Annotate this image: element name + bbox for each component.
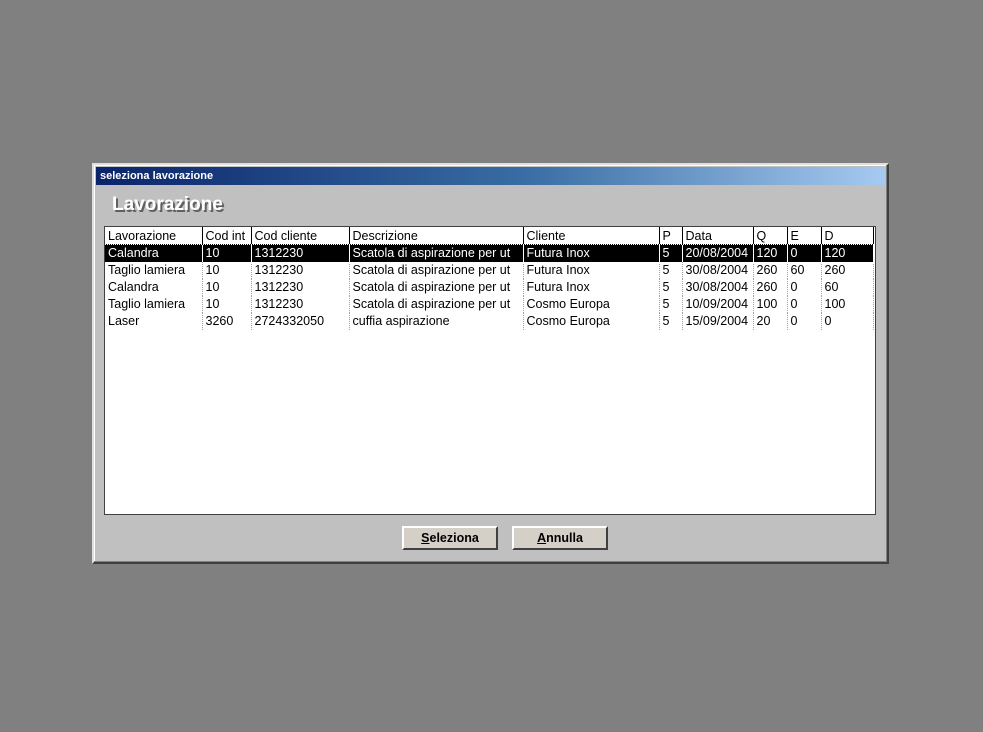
table-cell: 260: [821, 262, 874, 279]
column-header[interactable]: Lavorazione: [105, 227, 203, 245]
header-row: Lavorazione Cod int Cod cliente Descrizi…: [105, 227, 874, 245]
table-row[interactable]: Calandra 10 1312230 Scatola di aspirazio…: [105, 279, 874, 296]
table-row[interactable]: Calandra 10 1312230 Scatola di aspirazio…: [105, 243, 874, 263]
table-row[interactable]: Taglio lamiera 10 1312230 Scatola di asp…: [105, 296, 874, 313]
table-cell: Scatola di aspirazione per ut: [349, 296, 524, 313]
table-cell: 5: [659, 313, 683, 330]
table-cell: 1312230: [251, 296, 350, 313]
table-row[interactable]: Laser 3260 2724332050 cuffia aspirazione…: [105, 313, 874, 330]
table-cell: 100: [821, 296, 874, 313]
select-button-mnemonic: S: [421, 531, 430, 545]
table-cell: 0: [787, 279, 822, 296]
table-cell: Taglio lamiera: [105, 262, 203, 279]
table-cell: 120: [753, 244, 788, 262]
column-header[interactable]: Cod cliente: [251, 227, 350, 245]
table-cell: Calandra: [105, 279, 203, 296]
select-button[interactable]: Seleziona: [402, 526, 498, 550]
cancel-button-mnemonic: A: [537, 531, 547, 545]
column-header[interactable]: D: [821, 227, 874, 245]
table-cell: 5: [659, 279, 683, 296]
table-cell: 20/08/2004: [682, 244, 754, 262]
table-row[interactable]: Taglio lamiera 10 1312230 Scatola di asp…: [105, 262, 874, 279]
table-cell: 260: [753, 279, 788, 296]
column-header[interactable]: Cod int: [202, 227, 252, 245]
table-cell: 1312230: [251, 279, 350, 296]
table-cell: 0: [787, 313, 822, 330]
table-cell: 10/09/2004: [682, 296, 754, 313]
column-header[interactable]: Data: [682, 227, 754, 245]
table-cell: 2724332050: [251, 313, 350, 330]
table-cell: 60: [787, 262, 822, 279]
table-cell: 100: [753, 296, 788, 313]
select-button-label: eleziona: [429, 531, 479, 545]
table-cell: Cosmo Europa: [523, 296, 660, 313]
dialog-title-bar[interactable]: seleziona lavorazione: [96, 167, 885, 185]
table-cell: 10: [202, 279, 252, 296]
processing-table: Lavorazione Cod int Cod cliente Descrizi…: [105, 227, 874, 330]
table-cell: Scatola di aspirazione per ut: [349, 244, 524, 262]
table-cell: 10: [202, 296, 252, 313]
table-cell: Scatola di aspirazione per ut: [349, 262, 524, 279]
table-cell: 60: [821, 279, 874, 296]
table-cell: 0: [787, 244, 822, 262]
dialog-title: seleziona lavorazione: [100, 170, 214, 182]
table-cell: Futura Inox: [523, 279, 660, 296]
table-cell: 5: [659, 262, 683, 279]
table-cell: Cosmo Europa: [523, 313, 660, 330]
column-header[interactable]: P: [659, 227, 683, 245]
select-processing-dialog: seleziona lavorazione Lavorazione Lavora…: [92, 163, 889, 564]
table-cell: Taglio lamiera: [105, 296, 203, 313]
table-cell: 3260: [202, 313, 252, 330]
table-cell: 120: [821, 244, 874, 262]
table-cell: 5: [659, 296, 683, 313]
table-cell: 0: [787, 296, 822, 313]
table-cell: Futura Inox: [523, 262, 660, 279]
table-cell: Laser: [105, 313, 203, 330]
cancel-button-label: nnulla: [546, 531, 583, 545]
table-cell: 0: [821, 313, 874, 330]
table-cell: 260: [753, 262, 788, 279]
table-cell: Futura Inox: [523, 244, 660, 262]
processing-grid[interactable]: Lavorazione Cod int Cod cliente Descrizi…: [104, 226, 876, 515]
table-cell: 30/08/2004: [682, 262, 754, 279]
table-cell: 5: [659, 244, 683, 262]
table-cell: 20: [753, 313, 788, 330]
table-cell: 30/08/2004: [682, 279, 754, 296]
column-header[interactable]: Descrizione: [349, 227, 524, 245]
table-cell: 10: [202, 262, 252, 279]
table-cell: 15/09/2004: [682, 313, 754, 330]
table-cell: cuffia aspirazione: [349, 313, 524, 330]
table-cell: Calandra: [105, 244, 203, 262]
section-heading: Lavorazione: [112, 194, 223, 215]
table-cell: 1312230: [251, 262, 350, 279]
column-header[interactable]: Cliente: [523, 227, 660, 245]
cancel-button[interactable]: Annulla: [512, 526, 608, 550]
column-header[interactable]: Q: [753, 227, 788, 245]
column-header[interactable]: E: [787, 227, 822, 245]
table-cell: Scatola di aspirazione per ut: [349, 279, 524, 296]
table-cell: 10: [202, 244, 252, 262]
table-cell: 1312230: [251, 244, 350, 262]
